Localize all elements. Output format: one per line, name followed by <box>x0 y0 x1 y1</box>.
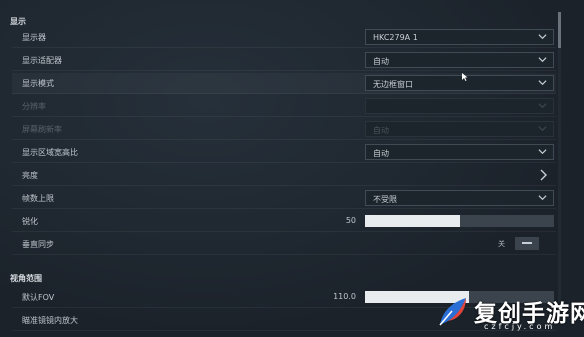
chevron-down-icon <box>538 149 547 155</box>
dropdown-value: 自动 <box>373 126 389 135</box>
setting-row-fps-limit[interactable]: 帧数上限 不受限 <box>12 188 556 209</box>
slider-fill <box>365 215 460 227</box>
fps-limit-dropdown[interactable]: 不受限 <box>365 190 554 206</box>
setting-label: 显示器 <box>22 33 46 42</box>
display-mode-dropdown[interactable]: 无边框窗口 <box>365 75 554 91</box>
setting-label: 默认FOV <box>22 293 55 302</box>
setting-row-display-mode[interactable]: 显示模式 无边框窗口 <box>12 73 556 94</box>
sharpen-slider[interactable] <box>365 215 554 227</box>
chevron-down-icon <box>538 195 547 201</box>
setting-row-adapter[interactable]: 显示适配器 自动 <box>12 50 556 71</box>
monitor-dropdown[interactable]: HKC279A 1 <box>365 29 554 45</box>
chevron-down-icon <box>538 80 547 86</box>
fov-value: 110.0 <box>333 292 356 301</box>
setting-label: 屏幕刷新率 <box>22 125 62 134</box>
chevron-down-icon <box>538 103 547 109</box>
watermark-url: czfcjy.com <box>484 322 556 331</box>
dropdown-value: HKC279A 1 <box>373 33 418 42</box>
chevron-down-icon <box>538 126 547 132</box>
feather-logo-icon <box>439 298 466 326</box>
chevron-down-icon <box>538 57 547 63</box>
vsync-state: 关 <box>498 240 505 248</box>
chevron-right-icon[interactable] <box>538 169 548 181</box>
setting-label: 分辨率 <box>22 102 46 111</box>
dropdown-value: 不受限 <box>373 195 397 204</box>
refresh-rate-dropdown: 自动 <box>365 121 554 137</box>
scrollbar-track[interactable] <box>558 12 561 322</box>
vsync-toggle[interactable] <box>515 237 539 250</box>
setting-label: 显示适配器 <box>22 56 62 65</box>
setting-label: 帧数上限 <box>22 194 54 203</box>
setting-label: 垂直同步 <box>22 240 54 249</box>
setting-row-brightness[interactable]: 亮度 <box>12 165 556 186</box>
dropdown-value: 无边框窗口 <box>373 80 413 89</box>
scrollbar-thumb[interactable] <box>558 12 561 48</box>
toggle-knob <box>522 242 532 244</box>
sharpen-value: 50 <box>345 216 356 225</box>
setting-row-monitor[interactable]: 显示器 HKC279A 1 <box>12 27 556 48</box>
settings-page: 显示 显示器 HKC279A 1 显示适配器 自动 显示模式 无边框窗口 分辨率 <box>0 0 584 337</box>
setting-label: 亮度 <box>22 171 38 180</box>
dropdown-value: 自动 <box>373 57 389 66</box>
setting-row-vsync[interactable]: 垂直同步 关 <box>12 234 556 255</box>
setting-label: 锐化 <box>22 217 38 226</box>
watermark: 复创手游网 czfcjy.com <box>432 292 584 337</box>
setting-label: 瞄准镜镜内放大 <box>22 316 78 325</box>
section-title-display: 显示 <box>10 17 26 26</box>
setting-row-aspect-ratio[interactable]: 显示区域宽高比 自动 <box>12 142 556 163</box>
setting-label: 显示区域宽高比 <box>22 148 78 157</box>
dropdown-value: 自动 <box>373 149 389 158</box>
chevron-down-icon <box>538 34 547 40</box>
adapter-dropdown[interactable]: 自动 <box>365 52 554 68</box>
section-title-view: 视角范围 <box>10 274 42 283</box>
setting-row-resolution: 分辨率 <box>12 96 556 117</box>
setting-row-sharpen[interactable]: 锐化 50 <box>12 211 556 232</box>
setting-row-refresh-rate: 屏幕刷新率 自动 <box>12 119 556 140</box>
setting-label: 显示模式 <box>22 79 54 88</box>
aspect-ratio-dropdown[interactable]: 自动 <box>365 144 554 160</box>
mouse-cursor-icon <box>462 73 468 81</box>
resolution-dropdown <box>365 98 554 114</box>
